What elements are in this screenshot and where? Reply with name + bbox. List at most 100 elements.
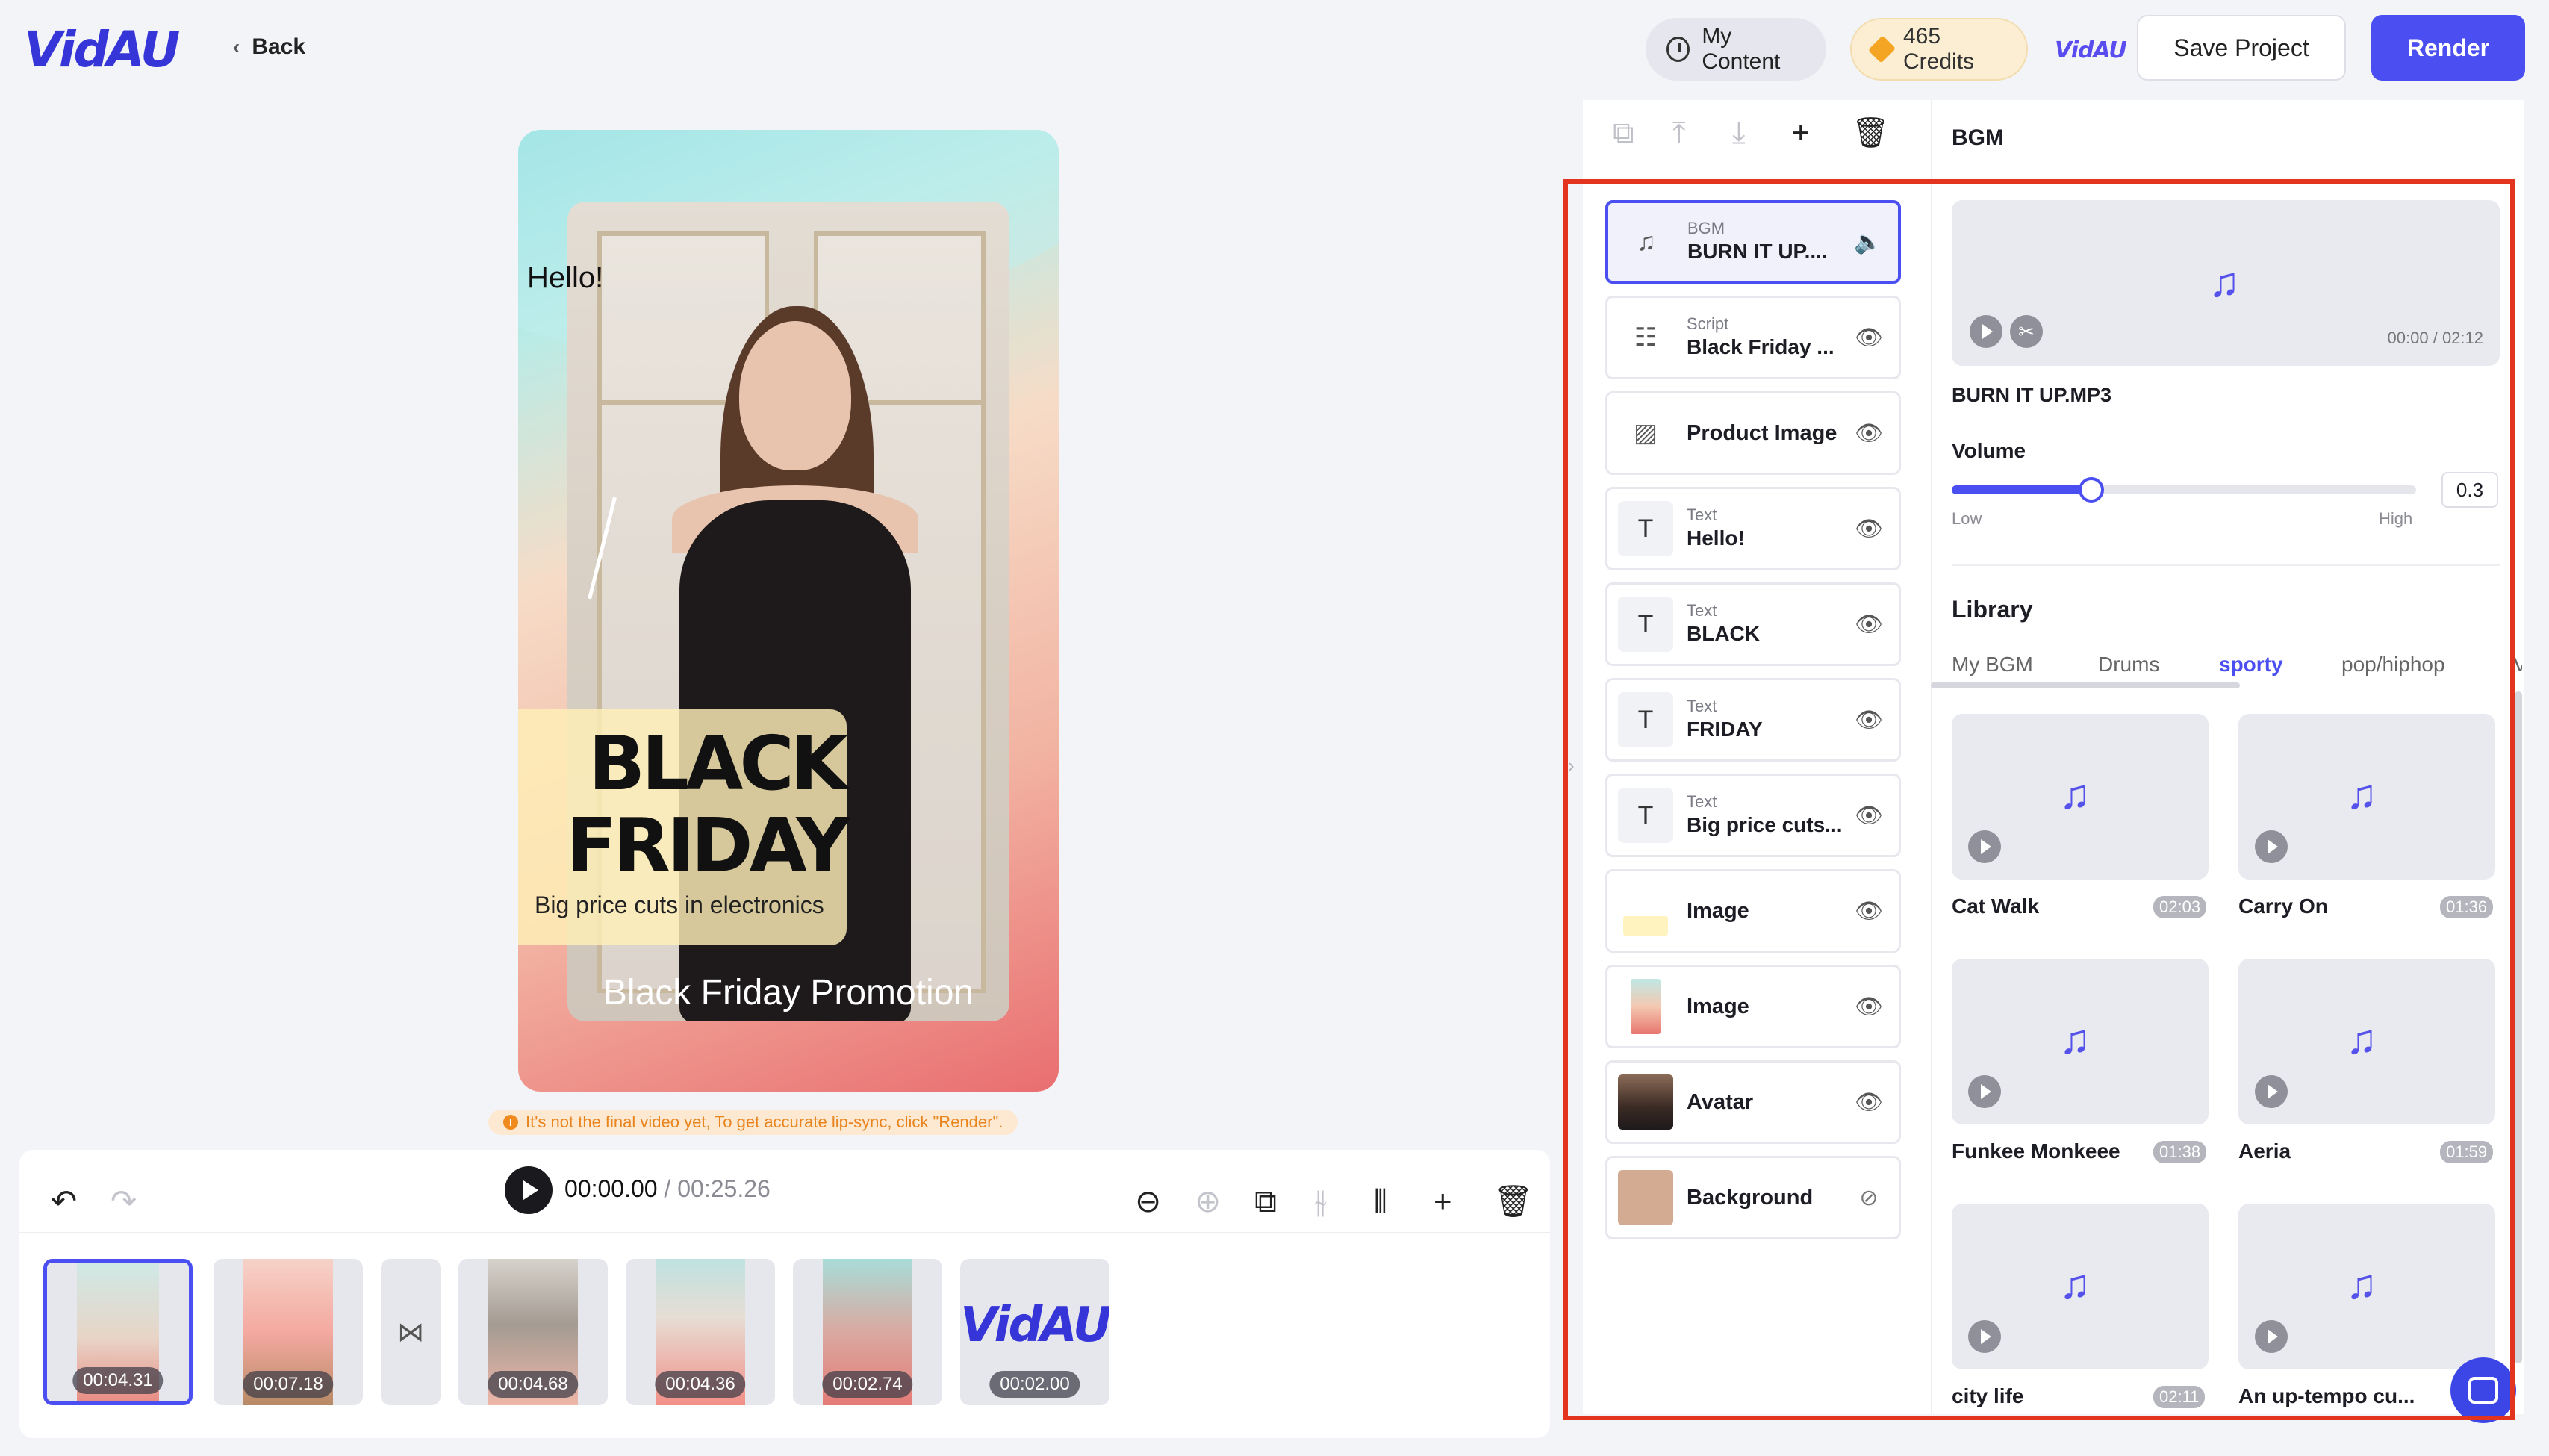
tab-drums[interactable]: Drums <box>2098 653 2159 676</box>
save-project-button[interactable]: Save Project <box>2137 15 2346 81</box>
eye-icon[interactable]: 👁 <box>1852 1089 1885 1116</box>
clip-duration: 00:07.18 <box>243 1371 334 1398</box>
black-text-layer[interactable]: BLACK <box>588 720 848 807</box>
eye-icon[interactable]: 👁 <box>1852 612 1885 638</box>
sliders-icon: ☷ <box>1634 323 1658 352</box>
layer-bgm[interactable]: ♫ BGM BURN IT UP.... 🔈 <box>1605 200 1901 284</box>
zoom-out-icon[interactable]: ⊖ <box>1135 1186 1161 1217</box>
speaker-icon[interactable]: 🔈 <box>1852 229 1884 255</box>
chat-support-button[interactable] <box>2450 1357 2516 1423</box>
duplicate-icon[interactable]: ⧉ <box>1254 1186 1277 1217</box>
eye-icon[interactable]: 👁 <box>1852 516 1885 542</box>
layer-text-subtitle[interactable]: T Text Big price cuts... 👁 <box>1605 774 1901 857</box>
track-name: Funkee Monkeee <box>1952 1139 2120 1163</box>
text-icon: T <box>1618 501 1673 556</box>
music-note-icon: ♫ <box>2346 1015 2377 1063</box>
music-note-icon: ♫ <box>2346 1260 2377 1307</box>
copy-layer-icon[interactable]: ⧉ <box>1613 118 1634 148</box>
library-scrollbar[interactable] <box>2515 691 2522 1363</box>
track-card[interactable]: ♫ <box>2238 714 2495 880</box>
layer-image-yellow[interactable]: Image 👁 <box>1605 869 1901 953</box>
volume-label: Volume <box>1952 439 2026 462</box>
vidau-logo[interactable]: VidAU <box>24 21 180 78</box>
timeline-clip[interactable]: 00:04.68 <box>458 1259 608 1405</box>
track-card[interactable]: ♫ <box>1952 714 2209 880</box>
library-title: Library <box>1952 596 2033 623</box>
subtitle-text-layer[interactable]: Big price cuts in electronics <box>535 892 824 919</box>
timeline-clip[interactable]: 00:04.31 <box>43 1259 193 1405</box>
track-card[interactable]: ♫ <box>1952 959 2209 1124</box>
scissors-icon[interactable]: ✂ <box>2010 315 2043 348</box>
play-icon[interactable] <box>1968 1075 2001 1108</box>
play-icon[interactable] <box>1968 830 2001 863</box>
undo-icon[interactable]: ↶ <box>51 1186 77 1217</box>
transition-icon[interactable]: ⋈ <box>381 1259 441 1405</box>
layer-text-black[interactable]: T Text BLACK 👁 <box>1605 582 1901 666</box>
track-name: city life <box>1952 1384 2024 1407</box>
timeline-clip[interactable]: VidAU 00:02.00 <box>960 1259 1109 1405</box>
volume-slider[interactable] <box>1952 477 2416 503</box>
eye-icon[interactable]: 👁 <box>1852 994 1885 1020</box>
split-right-icon[interactable]: ⫴ <box>1374 1186 1387 1217</box>
play-icon[interactable] <box>2255 1320 2288 1353</box>
timeline-clip[interactable]: 00:07.18 <box>214 1259 363 1405</box>
collapse-arrow-icon[interactable]: › <box>1568 754 1575 777</box>
eye-icon[interactable]: 👁 <box>1852 707 1885 733</box>
timeline-clip[interactable]: 00:02.74 <box>793 1259 942 1405</box>
play-icon[interactable] <box>1968 1320 2001 1353</box>
eye-off-icon[interactable]: ⊘ <box>1852 1185 1885 1211</box>
render-button[interactable]: Render <box>2371 15 2525 81</box>
friday-text-layer[interactable]: FRIDAY <box>566 802 850 889</box>
layer-avatar[interactable]: Avatar 👁 <box>1605 1060 1901 1144</box>
volume-value-input[interactable]: 0.3 <box>2441 472 2498 508</box>
time-display: 00:00.00 / 00:25.26 <box>564 1175 771 1202</box>
track-card[interactable]: ♫ <box>1952 1204 2209 1369</box>
account-avatar-logo[interactable]: VidAU <box>2055 37 2127 63</box>
video-preview[interactable]: Hello! BLACK FRIDAY Big price cuts in el… <box>518 130 1059 1092</box>
layer-script[interactable]: ☷ Script Black Friday ... 👁 <box>1605 296 1901 379</box>
layer-text-hello[interactable]: T Text Hello! 👁 <box>1605 487 1901 570</box>
bgm-player: ♫ ✂ 00:00 / 02:12 <box>1952 200 2500 366</box>
play-icon[interactable] <box>2255 1075 2288 1108</box>
layer-background[interactable]: Background ⊘ <box>1605 1156 1901 1239</box>
trash-icon[interactable]: 🗑 <box>1493 1186 1533 1217</box>
zoom-in-icon[interactable]: ⊕ <box>1195 1186 1221 1217</box>
layer-product-image[interactable]: ▨ Product Image 👁 <box>1605 391 1901 475</box>
divider <box>1952 564 2500 566</box>
volume-knob[interactable] <box>2078 477 2104 503</box>
track-card[interactable]: ♫ <box>2238 1204 2495 1369</box>
play-icon[interactable] <box>1970 315 2002 348</box>
layer-image-gradient[interactable]: Image 👁 <box>1605 965 1901 1048</box>
my-content-button[interactable]: My Content <box>1646 18 1826 81</box>
track-name: Aeria <box>2238 1139 2291 1163</box>
timeline-clip[interactable]: 00:04.36 <box>626 1259 775 1405</box>
tab-sporty[interactable]: sporty <box>2219 653 2283 676</box>
eye-icon[interactable]: 👁 <box>1852 803 1885 829</box>
track-card[interactable]: ♫ <box>2238 959 2495 1124</box>
bring-to-front-icon[interactable]: ⤒ <box>1672 118 1686 148</box>
eye-icon[interactable]: 👁 <box>1852 325 1885 351</box>
hello-text-layer[interactable]: Hello! <box>527 261 603 295</box>
delete-layer-icon[interactable]: 🗑 <box>1852 118 1890 148</box>
tab-pop-hiphop[interactable]: pop/hiphop <box>2341 653 2445 676</box>
info-icon: ! <box>503 1115 518 1130</box>
eye-icon[interactable]: 👁 <box>1852 420 1885 447</box>
tab-more[interactable]: V <box>2513 653 2522 676</box>
player-time: 00:00 / 02:12 <box>2387 329 2483 347</box>
send-to-back-icon[interactable]: ⤓ <box>1732 118 1746 148</box>
back-button[interactable]: ‹ Back <box>233 34 305 60</box>
eye-icon[interactable]: 👁 <box>1852 898 1885 924</box>
tabs-scrollbar[interactable] <box>1931 682 2240 688</box>
redo-icon[interactable]: ↷ <box>111 1186 137 1217</box>
layer-text-friday[interactable]: T Text FRIDAY 👁 <box>1605 678 1901 762</box>
track-duration: 02:11 <box>2153 1386 2206 1408</box>
credits-badge[interactable]: 465 Credits <box>1850 18 2028 81</box>
add-layer-icon[interactable]: + <box>1792 118 1809 148</box>
play-button[interactable] <box>505 1166 553 1214</box>
add-clip-icon[interactable]: + <box>1434 1186 1452 1217</box>
play-icon[interactable] <box>2255 830 2288 863</box>
split-left-icon[interactable]: ⫳ <box>1314 1186 1327 1217</box>
tab-my-bgm[interactable]: My BGM <box>1952 653 2033 676</box>
beige-swatch <box>1618 1170 1673 1225</box>
diamond-icon <box>1867 35 1896 63</box>
